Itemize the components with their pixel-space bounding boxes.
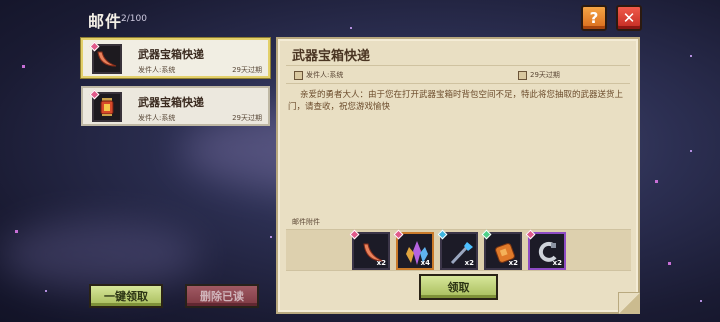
crescent-weapon-icon [97, 51, 117, 67]
star [15, 230, 18, 233]
rarity-gem [481, 229, 492, 240]
attachment-qty: x2 [552, 259, 562, 267]
claim-button[interactable]: 领取 [419, 274, 498, 300]
attachments-bar: x2 x4 x2 x2 x2 [286, 229, 631, 271]
mail-sender: 发件人:系统 [138, 114, 176, 122]
mail-list-item[interactable]: 武器宝箱快递 发件人:系统 29天过期 [81, 38, 270, 78]
attachment-slot[interactable]: x4 [393, 229, 434, 270]
detail-sender-text: 发件人:系统 [306, 71, 344, 79]
star [690, 150, 692, 152]
rarity-gem [393, 229, 404, 240]
star [22, 65, 25, 68]
detail-sender: 发件人:系统 [294, 70, 343, 80]
attachment-qty: x2 [464, 259, 474, 267]
mail-title: 武器宝箱快递 [138, 48, 204, 61]
question-icon: ? [589, 9, 599, 27]
nebula-cloud [0, 220, 200, 290]
mail-thumbnail [89, 41, 122, 74]
star [690, 55, 692, 57]
detail-expire: 29天过期 [518, 70, 560, 80]
delete-read-button[interactable]: 删除已读 [185, 284, 259, 308]
mail-list-item[interactable]: 武器宝箱快递 发件人:系统 29天过期 [81, 86, 270, 126]
divider [286, 83, 630, 84]
lantern-icon [100, 98, 114, 116]
star [655, 180, 658, 183]
attachment-qty: x2 [376, 259, 386, 267]
claim-all-button[interactable]: 一键领取 [89, 284, 163, 308]
mail-title: 武器宝箱快递 [138, 96, 204, 109]
detail-expire-text: 29天过期 [530, 71, 560, 79]
star [700, 300, 702, 302]
attachment-slot[interactable]: x2 [437, 229, 478, 270]
attachment-slot[interactable]: x2 [525, 229, 566, 270]
close-button[interactable]: ✕ [616, 5, 642, 31]
page-curl-corner [618, 292, 640, 314]
calendar-icon [518, 70, 527, 80]
mail-count: 2/100 [121, 14, 147, 24]
help-button[interactable]: ? [581, 5, 607, 31]
attachment-qty: x4 [420, 259, 430, 267]
attachment-slot[interactable]: x2 [349, 229, 390, 270]
attachment-qty: x2 [508, 259, 518, 267]
close-icon: ✕ [622, 9, 636, 27]
mail-expire: 29天过期 [232, 114, 262, 122]
mail-sender: 发件人:系统 [138, 66, 176, 74]
mail-expire: 29天过期 [232, 66, 262, 74]
attachment-slot[interactable]: x2 [481, 229, 522, 270]
star [350, 27, 352, 29]
rarity-gem [437, 229, 448, 240]
rarity-gem [525, 229, 536, 240]
attachments-label: 邮件附件 [292, 218, 320, 226]
page-title: 邮件 [88, 12, 123, 31]
user-icon [294, 70, 303, 80]
star [270, 236, 272, 238]
star [668, 262, 671, 265]
detail-body: 亲爱的勇者大人：由于您在打开武器宝箱时背包空间不足，特此将您抽取的武器送货上门，… [288, 90, 624, 112]
rarity-gem [349, 229, 360, 240]
mail-thumbnail [89, 89, 122, 122]
star [45, 290, 47, 292]
divider [286, 65, 630, 66]
mail-detail-panel: 武器宝箱快递 发件人:系统 29天过期 亲爱的勇者大人：由于您在打开武器宝箱时背… [276, 37, 640, 314]
detail-title: 武器宝箱快递 [292, 49, 371, 64]
